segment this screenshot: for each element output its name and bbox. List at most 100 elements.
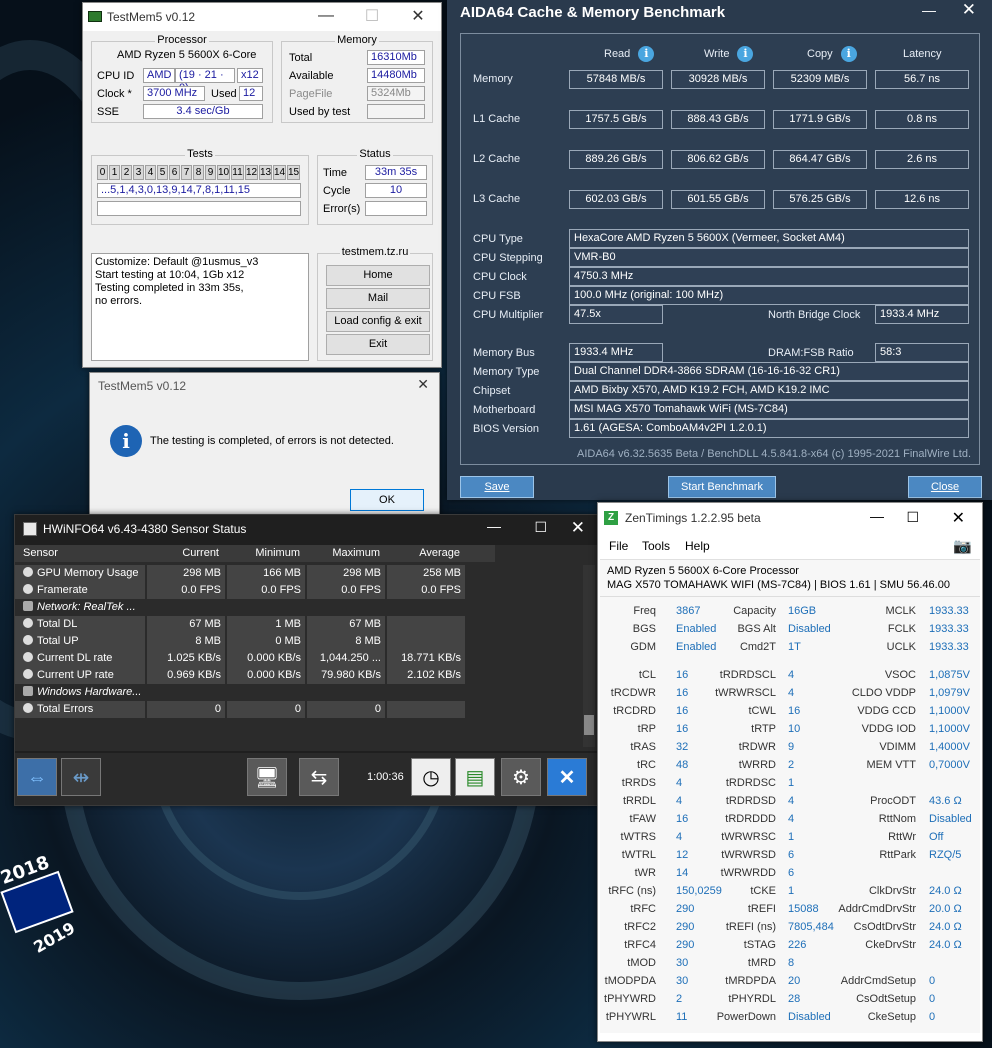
copy-value: 52309 MB/s [773,70,867,89]
sensor-icon [23,652,33,662]
log-box[interactable]: Customize: Default @1usmus_v3 Start test… [91,253,309,361]
timing-label: tFAW [629,813,656,825]
table-row[interactable]: Total UP 8 MB 0 MB 8 MB [15,633,480,650]
testmem-window: TestMem5 v0.12 — ☐ ✕ Processor AMD Ryzen… [82,2,442,368]
save-button[interactable]: Save [460,476,534,498]
sensor-name: Current DL rate [15,650,145,667]
timing-label: CkeDrvStr [865,939,916,951]
menu-tools[interactable]: Tools [642,539,670,553]
sensor-icon [23,703,33,713]
maximum-column-header[interactable]: Maximum [308,547,380,559]
test-number-cell: 14 [273,165,286,180]
load-config-button[interactable]: Load config & exit [326,311,430,332]
close-button[interactable]: ✕ [952,508,965,528]
test-number-cell: 7 [181,165,192,180]
sensor-column-header[interactable]: Sensor [23,547,58,559]
home-button[interactable]: Home [326,265,430,286]
timing-value: 24.0 Ω [929,939,962,951]
test-number-cell: 2 [121,165,132,180]
sensor-name-text: Total UP [37,635,79,647]
ok-button[interactable]: OK [350,489,424,511]
minimize-button[interactable]: — [922,2,936,18]
cpu-id-label: CPU ID [97,70,135,82]
minimize-button[interactable]: — [870,508,884,524]
timing-label: CsOdtDrvStr [853,921,916,933]
write-header: Write i [704,46,754,62]
sensor-avg [387,684,465,701]
close-button[interactable]: ✕ [571,518,585,538]
timing-label: tRFC4 [624,939,656,951]
sensor-avg [387,633,465,650]
timing-label: FCLK [887,623,916,635]
cpu-stepping-label: CPU Stepping [473,252,543,264]
minimize-button[interactable]: — [487,518,501,534]
current-column-header[interactable]: Current [147,547,219,559]
timing-value: 30 [676,975,689,987]
table-row[interactable]: Total DL 67 MB 1 MB 67 MB [15,616,480,633]
network-icon[interactable]: ⇆ [299,758,339,796]
scroll-thumb[interactable] [584,715,594,735]
sensor-avg: 18.771 KB/s [387,650,465,667]
average-column-header[interactable]: Average [388,547,460,559]
sensor-name-text: Windows Hardware... [37,686,142,698]
dialog-close-button[interactable]: ✕ [417,376,429,393]
menu-help[interactable]: Help [685,539,710,553]
scrollbar[interactable] [583,565,595,747]
sensor-avg [387,701,465,718]
table-row[interactable]: Current DL rate 1.025 KB/s 0.000 KB/s 1,044… [15,650,480,667]
maximize-button[interactable]: ☐ [906,509,919,526]
table-row[interactable]: GPU Memory Usage 298 MB 166 MB 298 MB 258 MB [15,565,480,582]
table-row[interactable]: Framerate 0.0 FPS 0.0 FPS 0.0 FPS 0.0 FPS [15,582,480,599]
exit-button[interactable]: Exit [326,334,430,355]
clock-icon[interactable]: ◷ [411,758,451,796]
timing-value: 11 [676,1011,688,1023]
timing-label: PowerDown [716,1011,776,1023]
hwinfo-window: HWiNFO64 v6.43-4380 Sensor Status — ☐ ✕ … [14,514,598,806]
timing-label: VDIMM [879,741,916,753]
sensor-cur: 67 MB [147,616,225,633]
timing-label: tPHYWRL [605,1011,656,1023]
minimum-column-header[interactable]: Minimum [228,547,300,559]
test-number-strip: 0 1 2 3 4 5 6 7 8 9 10 11 12 13 14 15 [97,165,301,181]
camera-icon[interactable]: 📷 [953,537,972,555]
timing-value: 24.0 Ω [929,885,962,897]
timing-label: AddrCmdSetup [840,975,916,987]
sensor-icon [23,669,33,679]
maximize-button[interactable]: ☐ [534,519,547,536]
site-link[interactable]: testmem.tz.ru [339,246,411,258]
sensor-cur [147,684,225,701]
cpu-name: AMD Ryzen 5 5600X 6-Core Processor [607,565,799,577]
arrows-collapse-icon[interactable]: ⇹ [61,758,101,796]
table-header: Sensor Current Minimum Maximum Average [15,545,495,562]
report-icon[interactable]: ▤ [455,758,495,796]
start-benchmark-button[interactable]: Start Benchmark [668,476,776,498]
sensor-group-row[interactable]: Network: RealTek ... [15,599,480,616]
bench-row-label: L3 Cache [473,193,521,205]
sensor-cur: 0.969 KB/s [147,667,225,684]
menu-file[interactable]: File [609,539,628,553]
minimize-button[interactable]: — [303,3,349,31]
sensor-group-row[interactable]: Windows Hardware... [15,684,480,701]
settings-gear-icon[interactable]: ⚙ [501,758,541,796]
maximize-button: ☐ [364,8,380,25]
computer-icon[interactable]: 🖥 [247,758,287,796]
timing-value: Disabled [929,813,972,825]
timing-label: tRFC2 [624,921,656,933]
test-number-cell: 0 [97,165,108,180]
close-x-icon[interactable]: ✕ [547,758,587,796]
timing-value: 0 [929,975,936,987]
close-button[interactable]: ✕ [962,0,976,20]
sensor-name-text: Total DL [37,618,78,630]
close-button[interactable]: ✕ [395,3,441,31]
copy-value: 1771.9 GB/s [773,110,867,129]
table-row[interactable]: Total Errors 0 0 0 [15,701,480,718]
close-benchmark-button[interactable]: Close [908,476,982,498]
timing-value: 1933.33 [929,605,969,617]
time-value: 33m 35s [365,165,427,180]
board-info: MAG X570 TOMAHAWK WIFI (MS-7C84) | BIOS … [607,579,950,591]
mail-button[interactable]: Mail [326,288,430,309]
sensor-max: 79.980 KB/s [307,667,385,684]
timing-value: 4 [788,813,795,825]
arrows-expand-icon[interactable]: ⇔ [17,758,57,796]
table-row[interactable]: Current UP rate 0.969 KB/s 0.000 KB/s 79.98… [15,667,480,684]
